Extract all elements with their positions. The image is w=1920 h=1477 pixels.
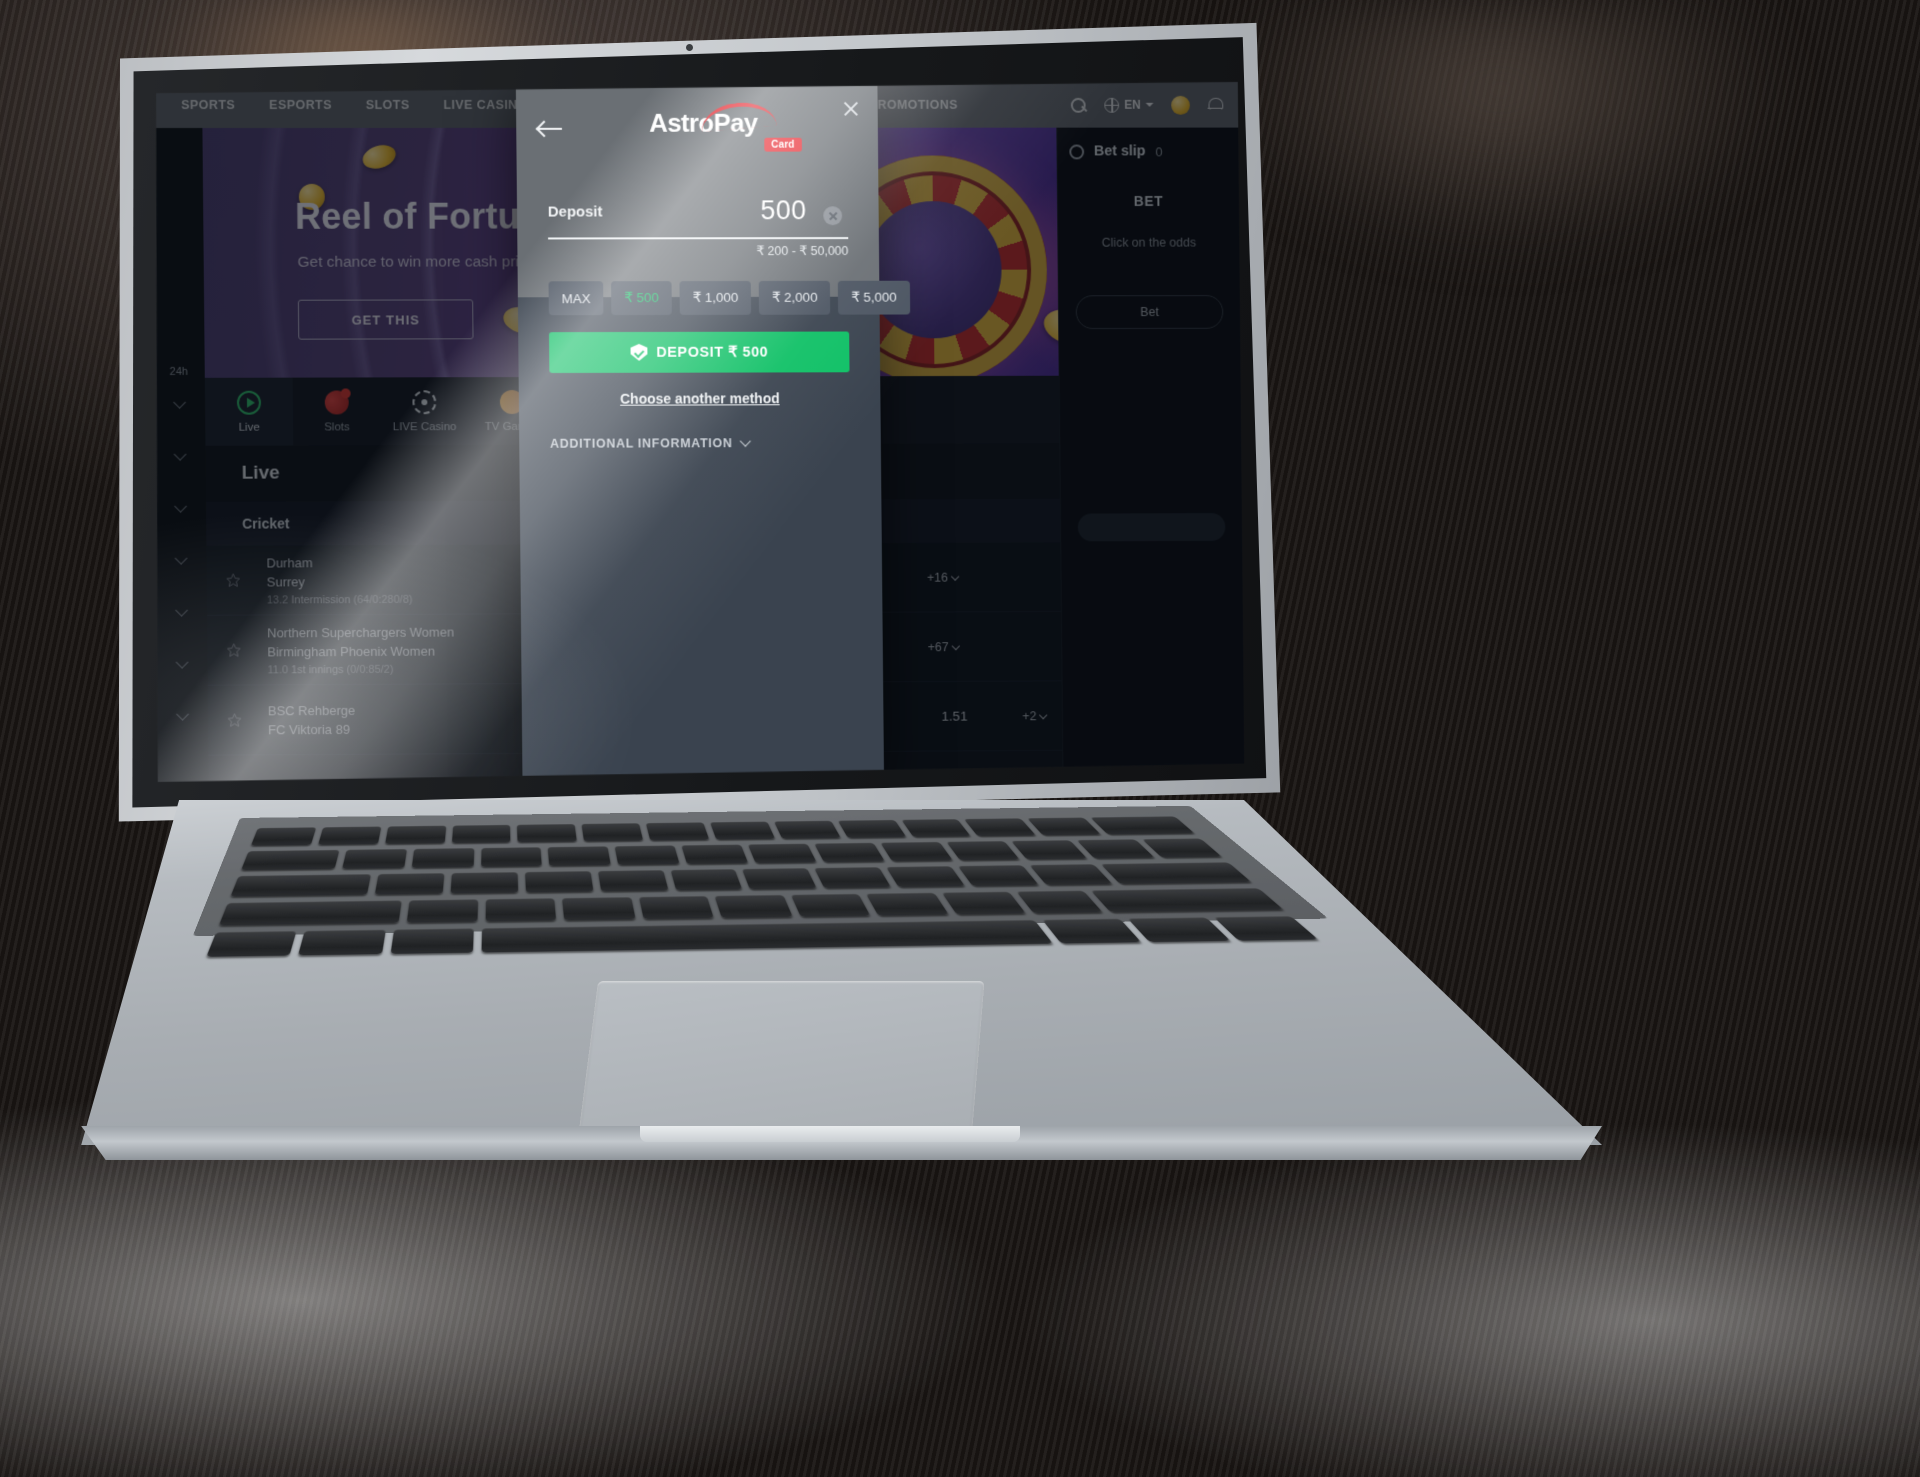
chip-2000[interactable]: ₹ 2,000 [759, 281, 831, 315]
astropay-logo: AstroPay Card [649, 108, 847, 139]
clear-circle-icon[interactable] [823, 206, 842, 225]
chevron-down-icon [740, 436, 751, 447]
chip-max[interactable]: MAX [549, 281, 604, 315]
key [645, 822, 710, 841]
key [524, 871, 594, 893]
key [390, 928, 474, 954]
key [451, 824, 511, 844]
key [814, 842, 885, 863]
key [341, 848, 407, 869]
key [714, 894, 793, 918]
deposit-amount-input[interactable]: 500 [760, 195, 806, 226]
choose-another-method-link[interactable]: Choose another method [519, 390, 881, 407]
deposit-submit-button[interactable]: DEPOSIT ₹ 500 [549, 332, 850, 373]
keyboard [206, 816, 1319, 957]
key [773, 820, 841, 839]
deposit-modal: AstroPay Card Deposit 500 ₹ 200 - ₹ 50,0… [516, 86, 884, 782]
key [747, 843, 817, 864]
key [638, 895, 715, 920]
trackpad [577, 981, 985, 1141]
key [886, 866, 966, 888]
key [1042, 918, 1142, 944]
modal-header: AstroPay Card Deposit 500 ₹ 200 - ₹ 50,0… [516, 86, 880, 297]
key [614, 845, 680, 866]
key [790, 893, 871, 917]
key [1016, 890, 1103, 914]
website-viewport: SPORTS ESPORTS SLOTS LIVE CASINO TV GAME… [150, 82, 1244, 782]
key [1090, 816, 1195, 835]
key [480, 847, 543, 867]
key [406, 899, 479, 923]
key [1076, 839, 1155, 859]
key [548, 846, 612, 866]
deposit-amount-field: Deposit 500 ₹ 200 - ₹ 50,000 [548, 203, 848, 221]
astropay-card-badge: Card [764, 138, 801, 152]
key [880, 841, 953, 862]
laptop-screen: SPORTS ESPORTS SLOTS LIVE CASINO TV GAME… [150, 82, 1244, 782]
key [710, 821, 775, 840]
back-arrow-icon[interactable] [538, 120, 564, 138]
key [1029, 864, 1113, 886]
key [670, 869, 743, 891]
additional-information-label: ADDITIONAL INFORMATION [549, 436, 733, 451]
key [901, 819, 972, 838]
key [250, 827, 317, 846]
key [218, 900, 402, 926]
key [562, 897, 636, 921]
key [206, 930, 297, 957]
webcam-icon [686, 44, 693, 51]
key [941, 891, 1026, 915]
key [374, 873, 445, 895]
key [230, 874, 371, 897]
key [517, 823, 578, 843]
chip-500[interactable]: ₹ 500 [611, 281, 672, 315]
additional-information-toggle[interactable]: ADDITIONAL INFORMATION [550, 436, 749, 451]
laptop-front-notch [640, 1126, 1020, 1142]
key [241, 849, 340, 871]
key [1100, 862, 1252, 884]
key [814, 867, 892, 889]
key [681, 844, 749, 865]
astropay-arc-icon [700, 100, 777, 132]
key [581, 823, 644, 842]
quick-amount-chips: MAX ₹ 500 ₹ 1,000 ₹ 2,000 ₹ 5,000 [549, 281, 856, 315]
key [742, 868, 818, 890]
key [450, 872, 518, 894]
key [1011, 840, 1088, 860]
key [837, 819, 906, 838]
key [945, 840, 1020, 861]
key [384, 825, 446, 844]
key [411, 848, 474, 868]
key [485, 898, 557, 922]
key [317, 826, 382, 845]
deposit-field-label: Deposit [547, 203, 603, 221]
key [1128, 917, 1231, 943]
key [1091, 887, 1284, 913]
deposit-button-label: DEPOSIT ₹ 500 [656, 344, 769, 361]
key [964, 818, 1037, 837]
chip-5000[interactable]: ₹ 5,000 [838, 281, 910, 315]
key [866, 892, 949, 916]
key [958, 865, 1039, 887]
field-underline [548, 237, 848, 239]
deposit-range-hint: ₹ 200 - ₹ 50,000 [756, 244, 849, 259]
shield-check-icon [631, 344, 648, 361]
chip-1000[interactable]: ₹ 1,000 [680, 281, 752, 315]
key [597, 870, 668, 892]
key [298, 929, 386, 956]
key [1027, 817, 1101, 836]
laptop-device: SPORTS ESPORTS SLOTS LIVE CASINO TV GAME… [0, 0, 1920, 1477]
